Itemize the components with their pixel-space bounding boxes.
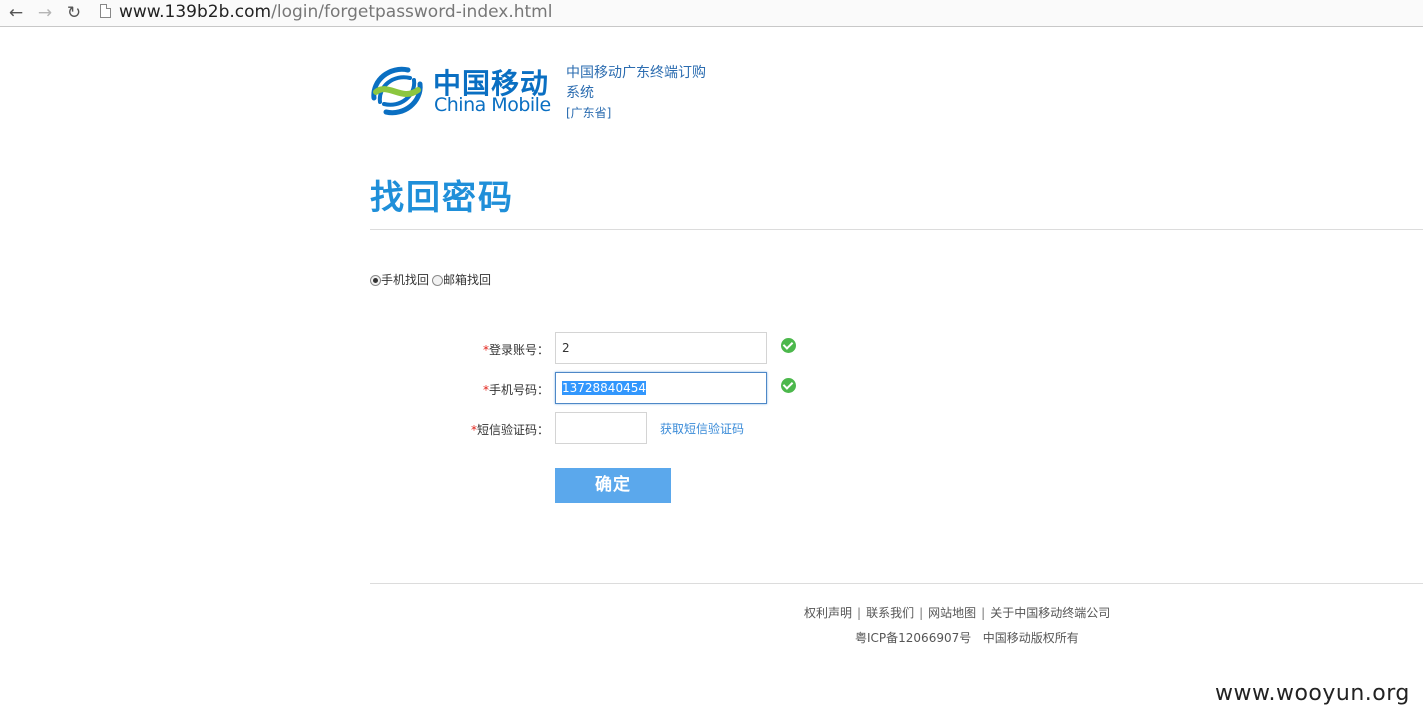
- copyright-text: 中国移动版权所有: [982, 631, 1079, 645]
- province-label: [广东省]: [566, 106, 612, 120]
- system-title: 中国移动广东终端订购系统: [566, 65, 706, 101]
- footer-link-about[interactable]: 关于中国移动终端公司: [990, 606, 1110, 620]
- radio-email-recovery-label[interactable]: 邮箱找回: [443, 273, 491, 287]
- check-circle-icon: [781, 378, 796, 393]
- account-value: 2: [562, 341, 570, 355]
- phone-label-text: 手机号码：: [488, 383, 549, 397]
- browser-toolbar: ← → ↻ www.139b2b.com/login/forgetpasswor…: [0, 0, 1423, 27]
- back-arrow-icon[interactable]: ←: [6, 3, 26, 23]
- phone-value: 13728840454: [562, 381, 646, 395]
- footer-divider: [370, 583, 1423, 584]
- check-circle-icon: [781, 338, 796, 353]
- radio-phone-recovery-label[interactable]: 手机找回: [381, 273, 429, 287]
- url-host: www.139b2b.com: [119, 2, 272, 22]
- radio-phone-recovery[interactable]: [370, 275, 381, 286]
- reload-icon[interactable]: ↻: [64, 3, 84, 23]
- radio-email-recovery[interactable]: [432, 275, 444, 286]
- address-bar[interactable]: www.139b2b.com/login/forgetpassword-inde…: [119, 2, 552, 22]
- title-divider: [370, 229, 1423, 230]
- footer-copyright: 粤ICP备12066907号 中国移动版权所有: [855, 629, 1079, 646]
- recovery-method-group: 手机找回 邮箱找回: [370, 271, 494, 288]
- forward-arrow-icon[interactable]: →: [35, 3, 55, 23]
- account-input[interactable]: 2: [555, 332, 767, 364]
- logo-english-name: China Mobile: [434, 94, 551, 116]
- url-path: /login/forgetpassword-index.html: [271, 2, 553, 22]
- footer-separator: |: [919, 606, 924, 620]
- footer-link-contact[interactable]: 联系我们: [866, 606, 914, 620]
- page-icon: [100, 4, 111, 18]
- footer-links: 权利声明 | 联系我们 | 网站地图 | 关于中国移动终端公司: [804, 604, 1110, 621]
- sms-code-label: *短信验证码：: [369, 421, 549, 438]
- sms-code-label-text: 短信验证码：: [476, 423, 549, 437]
- get-sms-code-link[interactable]: 获取短信验证码: [660, 420, 744, 437]
- footer-link-sitemap[interactable]: 网站地图: [928, 606, 976, 620]
- footer-separator: |: [981, 606, 986, 620]
- watermark: www.wooyun.org: [1215, 681, 1410, 706]
- phone-label: *手机号码：: [369, 381, 549, 398]
- submit-button[interactable]: 确定: [555, 468, 671, 503]
- phone-input[interactable]: 13728840454: [555, 372, 767, 404]
- icp-number: 粤ICP备12066907号: [855, 631, 972, 645]
- sms-code-input[interactable]: [555, 412, 647, 444]
- footer-separator: |: [857, 606, 862, 620]
- account-label: *登录账号：: [369, 341, 549, 358]
- account-label-text: 登录账号：: [488, 343, 549, 357]
- footer-link-rights[interactable]: 权利声明: [804, 606, 852, 620]
- page-title: 找回密码: [370, 178, 514, 218]
- china-mobile-logo-icon: [371, 66, 423, 116]
